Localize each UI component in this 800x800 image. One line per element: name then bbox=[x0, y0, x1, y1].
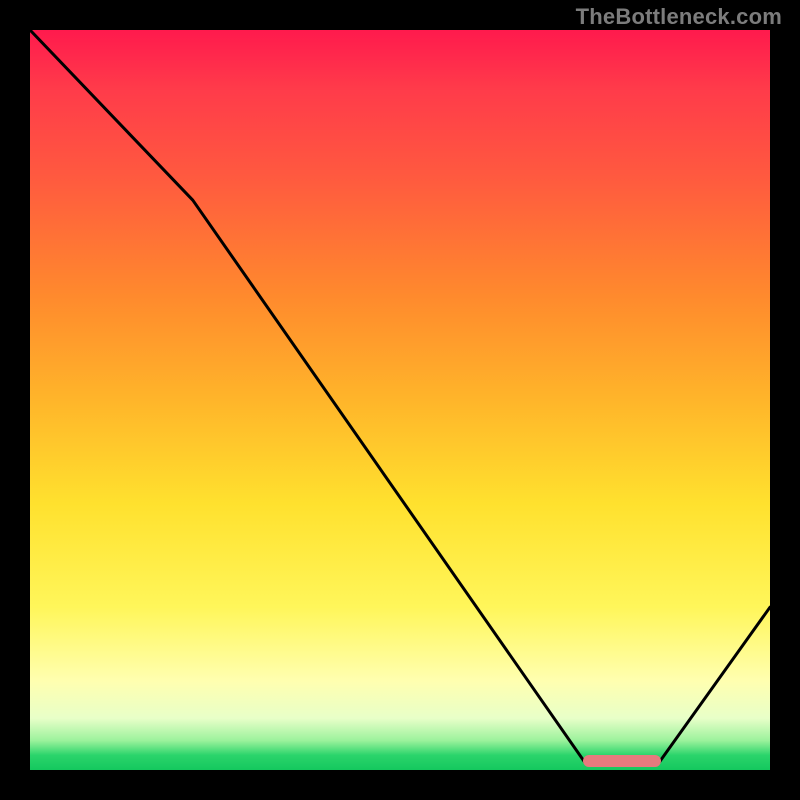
bottleneck-curve bbox=[30, 30, 770, 763]
curve-layer bbox=[30, 30, 770, 770]
plot-area bbox=[30, 30, 770, 770]
chart-frame: TheBottleneck.com bbox=[0, 0, 800, 800]
optimal-range-marker bbox=[583, 755, 661, 767]
watermark-text: TheBottleneck.com bbox=[576, 4, 782, 30]
